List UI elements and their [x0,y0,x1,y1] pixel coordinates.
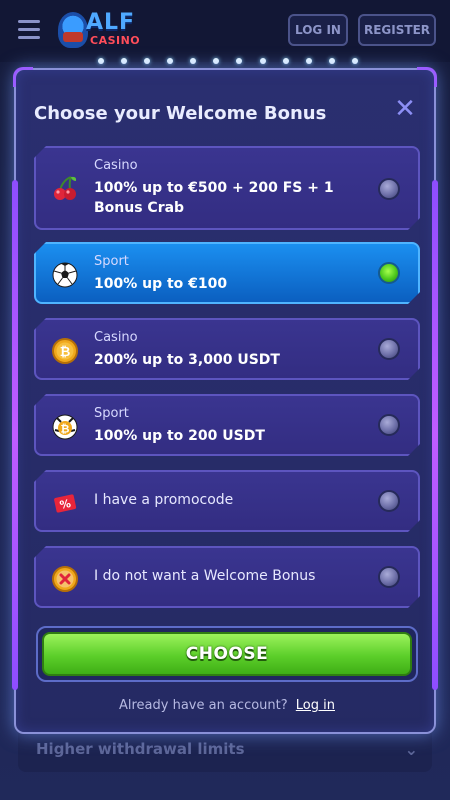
logo-text: ALF [86,10,136,35]
menu-icon[interactable] [18,20,40,39]
login-button[interactable]: LOG IN [288,14,348,46]
option-category: Sport [94,406,129,421]
option-category: Sport [94,254,129,269]
corner-decoration [417,67,437,87]
option-text: I do not want a Welcome Bonus [94,568,316,584]
no-bonus-option[interactable]: I do not want a Welcome Bonus [34,546,420,608]
option-title: 100% up to €100 [94,276,228,292]
svg-text:₿: ₿ [61,423,70,436]
logo-subtext: CASINO [90,34,141,47]
choose-button[interactable]: CHOOSE [42,632,412,676]
radio-button[interactable] [378,178,400,200]
modal-title: Choose your Welcome Bonus [34,103,327,124]
account-prompt: Already have an account? Log in [16,698,438,713]
accordion-label: Higher withdrawal limits [36,740,245,758]
logo[interactable]: ALF CASINO [58,10,141,52]
top-bar: ALF CASINO LOG IN REGISTER [0,0,450,62]
crypto-ball-icon: ₿ [50,412,80,442]
choose-button-frame: CHOOSE [36,626,418,682]
option-category: Casino [94,330,138,345]
neon-edge-left [12,180,18,690]
welcome-bonus-modal: Choose your Welcome Bonus ✕ Casino 100% … [12,67,438,734]
option-title: 100% up to €500 + 200 FS + 1 Bonus Crab [94,180,334,216]
radio-button[interactable] [378,490,400,512]
corner-decoration [13,67,33,87]
radio-button[interactable] [378,566,400,588]
neon-edge-right [432,180,438,690]
register-button[interactable]: REGISTER [358,14,436,46]
svg-text:₿: ₿ [60,345,71,360]
cherry-icon [50,173,80,203]
option-title: 100% up to 200 USDT [94,428,265,444]
bonus-option-casino-usdt[interactable]: ₿ Casino 200% up to 3,000 USDT [34,318,420,380]
radio-button-selected[interactable] [378,262,400,284]
no-bonus-icon [50,564,80,594]
radio-button[interactable] [378,338,400,360]
bonus-option-sport-eur[interactable]: Sport 100% up to €100 [34,242,420,304]
light-dots-decoration [98,58,358,68]
percent-ticket-icon: % [50,488,80,518]
account-prompt-text: Already have an account? [118,698,288,713]
soccer-ball-icon [50,260,80,290]
close-icon[interactable]: ✕ [394,96,416,122]
option-text: I have a promocode [94,492,234,508]
login-link[interactable]: Log in [296,698,335,713]
radio-button[interactable] [378,414,400,436]
bitcoin-coin-icon: ₿ [50,336,80,366]
option-title: 200% up to 3,000 USDT [94,352,280,368]
chevron-down-icon: ⌄ [404,740,418,759]
promocode-option[interactable]: % I have a promocode [34,470,420,532]
bonus-option-sport-usdt[interactable]: ₿ Sport 100% up to 200 USDT [34,394,420,456]
mascot-icon [58,12,88,48]
bonus-option-casino-eur[interactable]: Casino 100% up to €500 + 200 FS + 1 Bonu… [34,146,420,230]
option-category: Casino [94,158,138,173]
